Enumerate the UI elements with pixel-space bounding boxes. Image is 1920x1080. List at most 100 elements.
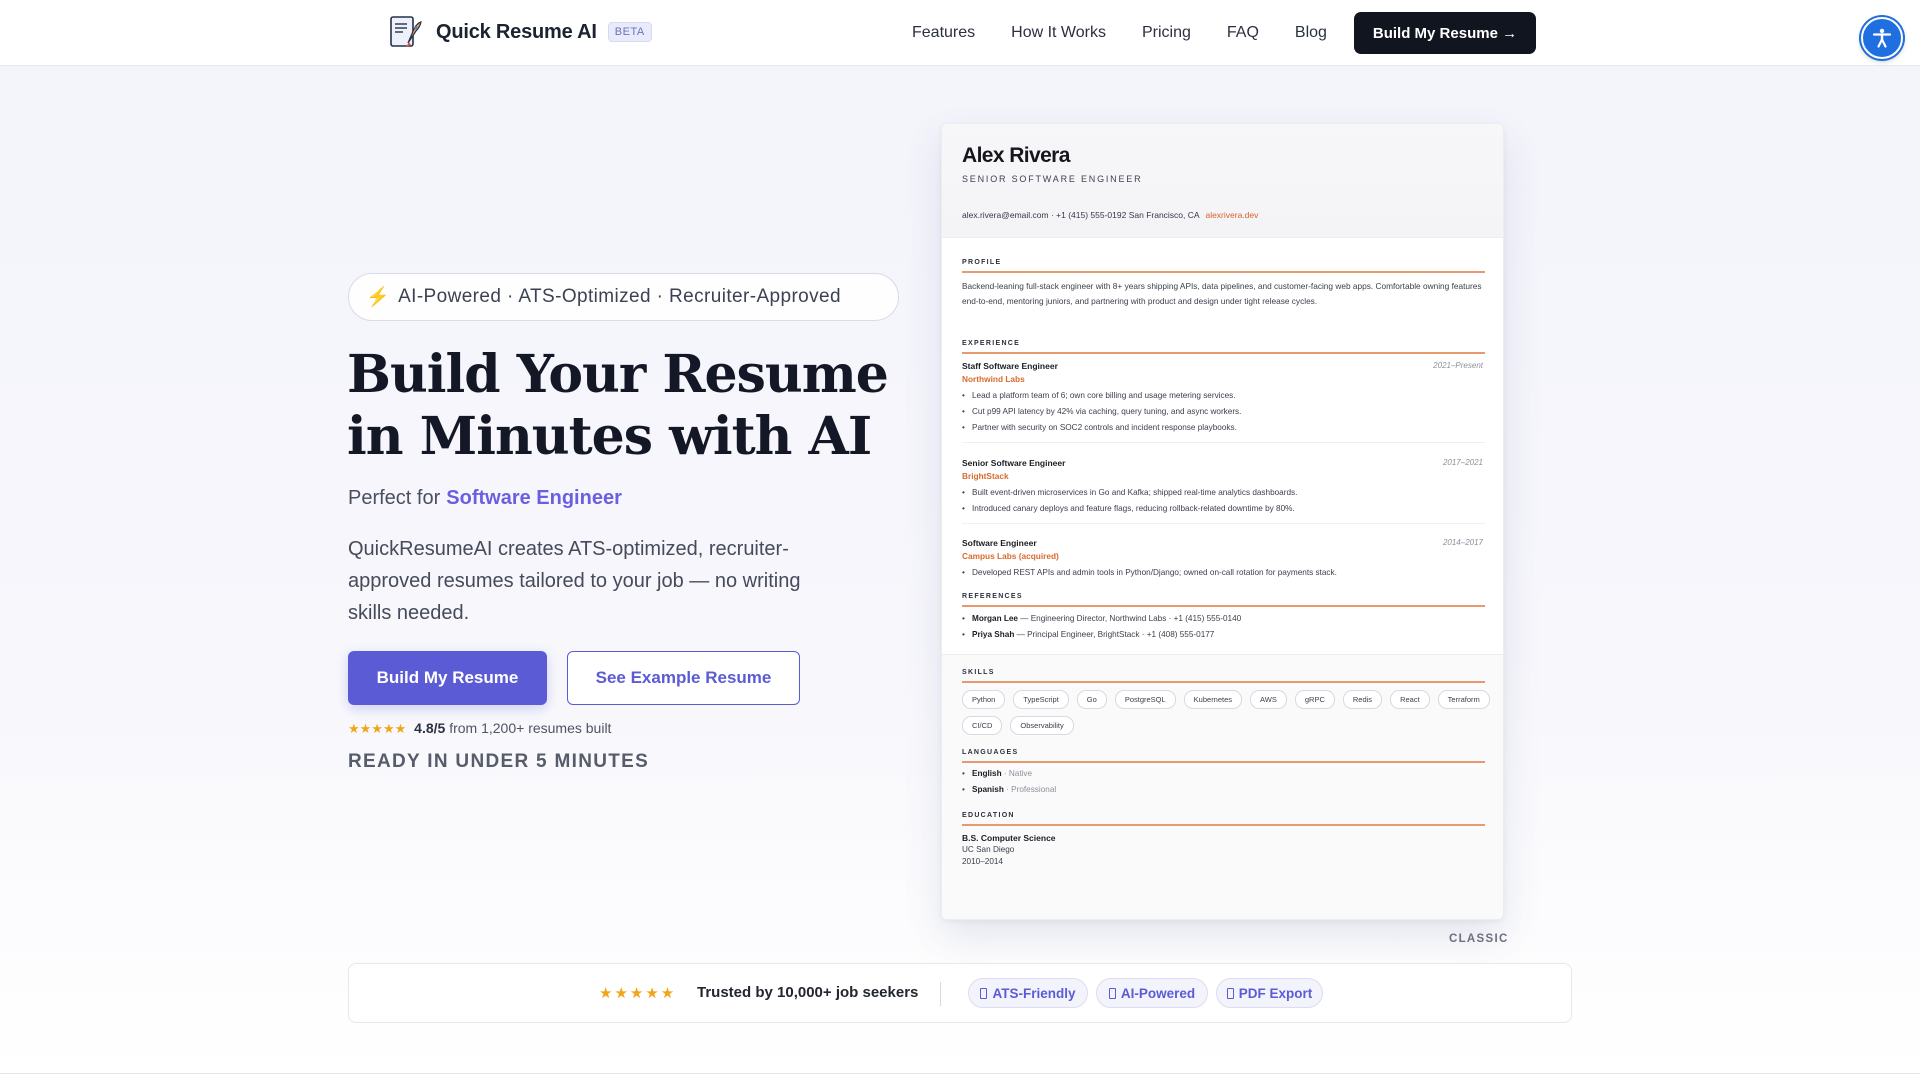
skill-chip: Terraform bbox=[1437, 690, 1490, 709]
skills-chips: Python TypeScript Go PostgreSQL Kubernet… bbox=[962, 690, 1492, 735]
resume-website-link: alexrivera.dev bbox=[1205, 210, 1259, 220]
skill-chip: PostgreSQL bbox=[1114, 690, 1176, 709]
language-2-name: Spanish bbox=[972, 785, 1004, 794]
beta-badge: BETA bbox=[607, 22, 652, 42]
skill-chip: gRPC bbox=[1294, 690, 1335, 709]
skill-chip: CI/CD bbox=[962, 716, 1003, 735]
skill-chip: TypeScript bbox=[1013, 690, 1069, 709]
reference-1: Morgan Lee — Engineering Director, North… bbox=[962, 614, 1242, 623]
resume-name: Alex Rivera bbox=[962, 144, 1070, 167]
resume-phone: +1 (415) 555-0192 bbox=[1056, 210, 1127, 220]
rating-line: ★★★★★ 4.8/5 from 1,200+ resumes built bbox=[348, 720, 611, 737]
pdf-export-label: PDF Export bbox=[1238, 985, 1313, 1001]
profile-section-label: PROFILE bbox=[962, 259, 1002, 266]
build-my-resume-button[interactable]: Build My Resume bbox=[348, 651, 547, 705]
nav-build-resume-button[interactable]: Build My Resume → bbox=[1354, 12, 1536, 54]
job-2-company: BrightStack bbox=[962, 471, 1009, 481]
languages-section-label: LANGUAGES bbox=[962, 749, 1019, 756]
skill-chip: Go bbox=[1076, 690, 1107, 709]
job-separator bbox=[962, 523, 1485, 524]
nav-link-features[interactable]: Features bbox=[912, 24, 975, 42]
accessibility-button[interactable] bbox=[1861, 17, 1903, 59]
rocket-document-icon bbox=[390, 16, 422, 47]
job-3-title: Software Engineer bbox=[962, 538, 1037, 548]
language-2-level: · Professional bbox=[1006, 785, 1057, 794]
nav-link-faq[interactable]: FAQ bbox=[1227, 24, 1259, 42]
job-3-bullet-1: Developed REST APIs and admin tools in P… bbox=[962, 568, 1337, 577]
section-divider bbox=[0, 1073, 1920, 1074]
job-1-bullet-1: Lead a platform team of 6; own core bill… bbox=[962, 391, 1235, 400]
pdf-export-badge: PDF Export bbox=[1216, 978, 1323, 1008]
template-name-label: CLASSIC bbox=[1449, 933, 1509, 945]
rating-suffix: from 1,200+ resumes built bbox=[449, 720, 612, 736]
ai-powered-label: AI-Powered bbox=[1120, 985, 1196, 1001]
reference-2-detail: — Principal Engineer, BrightStack · +1 (… bbox=[1016, 630, 1215, 639]
resume-header: Alex Rivera SENIOR SOFTWARE ENGINEER ale… bbox=[942, 124, 1503, 238]
skill-chip: AWS bbox=[1250, 690, 1287, 709]
document-icon bbox=[1226, 987, 1234, 999]
ats-friendly-badge: ATS-Friendly bbox=[968, 978, 1088, 1008]
job-1-company: Northwind Labs bbox=[962, 374, 1025, 384]
references-rule bbox=[962, 605, 1485, 607]
language-1-name: English bbox=[972, 769, 1002, 778]
resume-location: San Francisco, CA bbox=[1128, 210, 1200, 220]
see-example-resume-button[interactable]: See Example Resume bbox=[567, 651, 800, 705]
perfect-for-prefix: Perfect for bbox=[348, 487, 441, 509]
nav-link-pricing[interactable]: Pricing bbox=[1142, 24, 1191, 42]
nav-link-blog[interactable]: Blog bbox=[1295, 24, 1327, 42]
lightning-bolt-icon: ⚡ bbox=[366, 287, 391, 308]
hero-description: QuickResumeAI creates ATS-optimized, rec… bbox=[348, 538, 801, 624]
skill-chip: React bbox=[1390, 690, 1430, 709]
ready-time-label: READY IN UNDER 5 MINUTES bbox=[348, 751, 650, 772]
trust-stars-icon: ★★★★★ bbox=[599, 985, 677, 1002]
resume-email: alex.rivera@email.com bbox=[962, 210, 1049, 220]
job-1-bullet-2: Cut p99 API latency by 42% via caching, … bbox=[962, 407, 1241, 416]
reference-1-detail: — Engineering Director, Northwind Labs ·… bbox=[1020, 614, 1242, 623]
headline-line-2: in Minutes with AI bbox=[347, 406, 872, 467]
resume-job-title: SENIOR SOFTWARE ENGINEER bbox=[962, 174, 1143, 184]
language-1-level: · Native bbox=[1003, 769, 1033, 778]
experience-section-label: EXPERIENCE bbox=[962, 340, 1021, 347]
headline-line-1: Build Your Resume bbox=[347, 344, 889, 405]
job-separator bbox=[962, 442, 1485, 443]
skill-chip: Kubernetes bbox=[1183, 690, 1243, 709]
reference-2-name: Priya Shah bbox=[972, 630, 1015, 639]
profile-text: Backend-leaning full-stack engineer with… bbox=[962, 281, 1482, 306]
brand-logo-link[interactable]: Quick Resume AI BETA bbox=[386, 13, 652, 51]
resume-preview-card[interactable]: Alex Rivera SENIOR SOFTWARE ENGINEER ale… bbox=[941, 123, 1504, 920]
language-2: Spanish · Professional bbox=[962, 785, 1057, 794]
job-3-dates: 2014–2017 bbox=[1442, 538, 1483, 547]
job-2-title: Senior Software Engineer bbox=[962, 458, 1066, 468]
education-years: 2010–2014 bbox=[962, 857, 1003, 866]
references-section-label: REFERENCES bbox=[962, 593, 1023, 600]
nav-links: Features How It Works Pricing FAQ Blog bbox=[912, 0, 1363, 66]
reference-1-name: Morgan Lee bbox=[972, 614, 1018, 623]
feature-pill-text: AI-Powered · ATS-Optimized · Recruiter-A… bbox=[398, 286, 841, 307]
feature-pill: ⚡ AI-Powered · ATS-Optimized · Recruiter… bbox=[348, 273, 899, 321]
rating-score: 4.8/5 bbox=[414, 720, 446, 736]
brand-name: Quick Resume AI bbox=[436, 20, 597, 43]
job-2-bullet-1: Built event-driven microservices in Go a… bbox=[962, 488, 1297, 497]
resume-contact: alex.rivera@email.com · +1 (415) 555-019… bbox=[962, 210, 1259, 220]
job-3-company: Campus Labs (acquired) bbox=[962, 551, 1059, 561]
education-school: UC San Diego bbox=[962, 845, 1015, 854]
perfect-for-role: Software Engineer bbox=[446, 487, 622, 509]
education-rule bbox=[962, 824, 1485, 826]
hero-headline: Build Your Resume in Minutes with AI bbox=[347, 344, 907, 468]
job-2-dates: 2017–2021 bbox=[1442, 458, 1483, 467]
profile-rule bbox=[962, 271, 1485, 273]
trust-text: Trusted by 10,000+ job seekers bbox=[697, 984, 919, 1001]
language-1: English · Native bbox=[962, 769, 1033, 778]
top-navbar: Quick Resume AI BETA Features How It Wor… bbox=[0, 0, 1920, 66]
nav-link-how-it-works[interactable]: How It Works bbox=[1011, 24, 1106, 42]
job-1-dates: 2021–Present bbox=[1433, 361, 1483, 370]
skill-chip: Redis bbox=[1342, 690, 1383, 709]
languages-rule bbox=[962, 761, 1485, 763]
accessibility-person-icon bbox=[1872, 28, 1892, 48]
skills-section-label: SKILLS bbox=[962, 669, 995, 676]
trust-divider bbox=[940, 982, 941, 1006]
perfect-for-line: Perfect for Software Engineer bbox=[348, 487, 622, 510]
ai-powered-badge: AI-Powered bbox=[1096, 978, 1208, 1008]
education-degree: B.S. Computer Science bbox=[962, 833, 1056, 843]
experience-rule bbox=[962, 352, 1485, 354]
